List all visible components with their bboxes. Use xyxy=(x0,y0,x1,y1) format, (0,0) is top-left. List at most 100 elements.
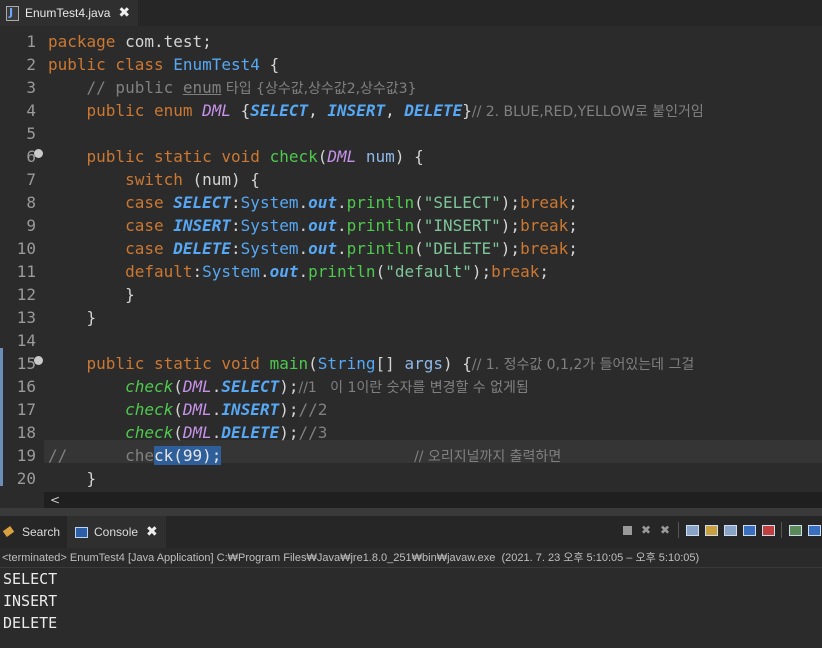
code-token: ( xyxy=(375,262,386,281)
line-number: 1 xyxy=(26,32,36,51)
code-token: println xyxy=(346,216,415,235)
code-token: check xyxy=(125,377,174,396)
code-line: switch (num) { xyxy=(48,168,260,191)
line-number: 3 xyxy=(26,78,36,97)
close-tab-icon[interactable]: ✖ xyxy=(118,5,130,21)
code-token: args xyxy=(404,354,443,373)
code-line: public enum DML {SELECT, INSERT, DELETE}… xyxy=(48,99,704,122)
code-line: package com.test; xyxy=(48,30,212,53)
code-line: // public enum 타입 {상수값,상수값2,상수값3} xyxy=(48,76,417,99)
editor-horizontal-scrollbar[interactable]: < xyxy=(44,492,822,508)
code-line: check(DML.INSERT);//2 xyxy=(48,398,327,421)
code-token: ); xyxy=(500,216,521,235)
show-on-stdout-icon[interactable] xyxy=(741,522,757,538)
code-line: case SELECT:System.out.println("SELECT")… xyxy=(48,191,578,214)
show-on-stderr-icon[interactable] xyxy=(760,522,776,538)
code-line: } xyxy=(48,306,97,329)
code-token: SELECT xyxy=(250,101,309,120)
code-token: : xyxy=(231,239,241,258)
code-line: default:System.out.println("default");br… xyxy=(48,260,549,283)
remove-launch-icon[interactable]: ✖ xyxy=(638,522,654,538)
code-token: break xyxy=(491,262,540,281)
line-number: 8 xyxy=(26,193,36,212)
code-line: check(DML.SELECT);//1 이 1이란 숫자를 변경할 수 없게… xyxy=(48,375,529,398)
code-editor[interactable]: 1 2 3 4 5 6 7 8 9 10 11 12 13 14 15 16 1… xyxy=(0,26,822,492)
scroll-left-arrow-icon[interactable]: < xyxy=(50,493,60,507)
code-token: out xyxy=(308,216,338,235)
code-token: [] xyxy=(375,354,405,373)
console-view-icon xyxy=(75,526,88,538)
remove-all-terminated-icon[interactable]: ✖ xyxy=(657,522,673,538)
fold-toggle-icon[interactable] xyxy=(34,356,43,365)
close-console-icon[interactable]: ✖ xyxy=(146,524,158,540)
code-token: 타입 {상수값,상수값2,상수값3} xyxy=(221,81,417,97)
line-number: 19 xyxy=(16,446,36,465)
word-wrap-icon[interactable] xyxy=(722,522,738,538)
code-token: . xyxy=(298,216,309,235)
code-token: num xyxy=(356,147,395,166)
code-line: } xyxy=(48,467,97,490)
tab-search-label: Search xyxy=(22,525,61,539)
code-token: INSERT xyxy=(327,101,386,120)
line-number: 9 xyxy=(26,216,36,235)
code-token: enum xyxy=(182,78,222,97)
scroll-lock-icon[interactable] xyxy=(703,522,719,538)
tab-search[interactable]: Search xyxy=(0,516,66,548)
line-number: 13 xyxy=(16,308,36,327)
editor-tab-enumtest4[interactable]: EnumTest4.java ✖ xyxy=(0,0,138,26)
code-token: check xyxy=(125,400,174,419)
pane-divider[interactable] xyxy=(0,508,822,516)
code-token: ); xyxy=(279,400,299,419)
code-token: { xyxy=(259,55,280,74)
line-number: 11 xyxy=(16,262,36,281)
code-token: //3 xyxy=(298,423,328,442)
code-token: ( xyxy=(173,423,183,442)
code-line: public static void check(DML num) { xyxy=(48,145,424,168)
console-output[interactable]: SELECT INSERT DELETE xyxy=(0,568,822,648)
code-token: //1 이 1이란 숫자를 변경할 수 없게됨 xyxy=(298,380,529,396)
code-token: out xyxy=(308,239,338,258)
tab-console-label: Console xyxy=(94,525,139,539)
fold-toggle-icon[interactable] xyxy=(34,149,43,158)
display-console-icon[interactable] xyxy=(806,522,822,538)
line-number: 6 xyxy=(26,147,36,166)
code-token: DELETE xyxy=(173,239,232,258)
code-token: main xyxy=(269,354,309,373)
code-token: ); xyxy=(471,262,492,281)
code-token: ); xyxy=(500,193,521,212)
tab-console[interactable]: Console ✖ xyxy=(67,516,166,548)
code-token: SELECT xyxy=(221,377,280,396)
code-token: // 2. BLUE,RED,YELLOW로 붙인거임 xyxy=(471,104,704,120)
code-token: ( xyxy=(173,400,183,419)
code-token: public enum xyxy=(48,101,203,120)
line-number: 20 xyxy=(16,469,36,488)
line-number: 18 xyxy=(16,423,36,442)
code-line: public class EnumTest4 { xyxy=(48,53,279,76)
toolbar-separator xyxy=(781,522,782,538)
code-token: , xyxy=(308,101,328,120)
pin-console-icon[interactable] xyxy=(787,522,803,538)
code-token: DML xyxy=(182,400,212,419)
code-token: ; xyxy=(568,216,578,235)
code-token: DELETE xyxy=(404,101,463,120)
code-token: ( xyxy=(414,239,424,258)
code-token: ; xyxy=(568,193,578,212)
stop-icon[interactable] xyxy=(619,522,635,538)
code-token: break xyxy=(520,216,569,235)
code-token: : xyxy=(192,262,203,281)
code-token: check xyxy=(269,147,318,166)
code-token: // xyxy=(48,446,126,465)
code-line: // check(99); // 오리지널까지 출력하면 xyxy=(48,444,561,467)
code-token: // 오리지널까지 출력하면 xyxy=(414,449,562,465)
code-token: : xyxy=(231,216,241,235)
code-token: , xyxy=(385,101,405,120)
code-token: //2 xyxy=(298,400,328,419)
console-toolbar: ✖ ✖ xyxy=(619,522,822,538)
code-token: che xyxy=(125,446,154,465)
code-token: (num) { xyxy=(182,170,260,189)
clear-console-icon[interactable] xyxy=(684,522,700,538)
code-token: ( xyxy=(414,193,424,212)
code-token: . xyxy=(259,262,270,281)
